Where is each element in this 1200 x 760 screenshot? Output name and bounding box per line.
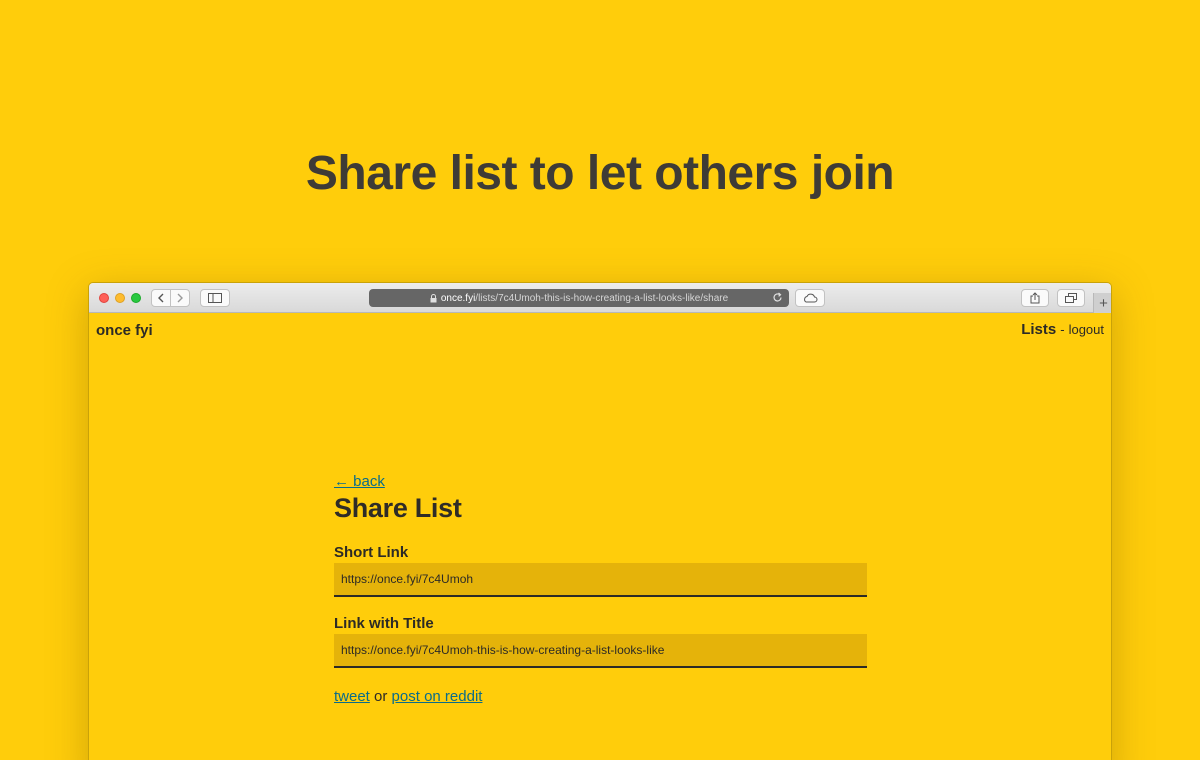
logout-link[interactable]: logout: [1069, 322, 1104, 337]
new-tab-button[interactable]: +: [1093, 293, 1111, 313]
share-icon: [1030, 292, 1040, 304]
short-link-field[interactable]: [334, 563, 867, 597]
cloud-icon: [804, 293, 818, 303]
minimize-window-button[interactable]: [115, 293, 125, 303]
share-actions: tweet or post on reddit: [334, 688, 867, 705]
sidebar-icon: [208, 293, 222, 303]
nav-separator: -: [1060, 322, 1065, 337]
browser-toolbar: once.fyi/lists/7c4Umoh-this-is-how-creat…: [89, 283, 1111, 313]
url-path: /lists/7c4Umoh-this-is-how-creating-a-li…: [475, 292, 729, 304]
nav-lists-link[interactable]: Lists: [1021, 321, 1056, 338]
share-button[interactable]: [1021, 289, 1049, 307]
address-bar[interactable]: once.fyi/lists/7c4Umoh-this-is-how-creat…: [369, 289, 789, 307]
marketing-headline: Share list to let others join: [305, 147, 895, 200]
chevron-left-icon: [158, 293, 164, 303]
zoom-window-button[interactable]: [131, 293, 141, 303]
back-link[interactable]: ← back: [334, 473, 385, 490]
share-list-panel: ← back Share List Short Link Link with T…: [334, 473, 867, 705]
browser-forward-button[interactable]: [170, 289, 190, 307]
close-window-button[interactable]: [99, 293, 109, 303]
site-header: once fyi Lists - logout: [89, 313, 1111, 353]
tab-overview-button[interactable]: [1057, 289, 1085, 307]
short-link-label: Short Link: [334, 544, 409, 561]
browser-window: once.fyi/lists/7c4Umoh-this-is-how-creat…: [88, 282, 1112, 760]
page-title: Share List: [334, 493, 462, 523]
share-or-text: or: [374, 688, 388, 705]
browser-back-button[interactable]: [151, 289, 171, 307]
url-domain: once.fyi: [440, 292, 476, 304]
icloud-tabs-button[interactable]: [795, 289, 825, 307]
lock-icon: [430, 293, 437, 303]
title-link-label: Link with Title: [334, 615, 434, 632]
sidebar-toggle-button[interactable]: [200, 289, 230, 307]
reload-icon[interactable]: [772, 292, 783, 303]
site-logo[interactable]: once fyi: [96, 322, 153, 339]
title-link-field[interactable]: [334, 634, 867, 668]
reddit-link[interactable]: post on reddit: [392, 688, 483, 705]
chevron-right-icon: [177, 293, 183, 303]
tabs-icon: [1065, 293, 1077, 303]
tweet-link[interactable]: tweet: [334, 688, 370, 705]
top-nav: Lists - logout: [1021, 321, 1104, 338]
